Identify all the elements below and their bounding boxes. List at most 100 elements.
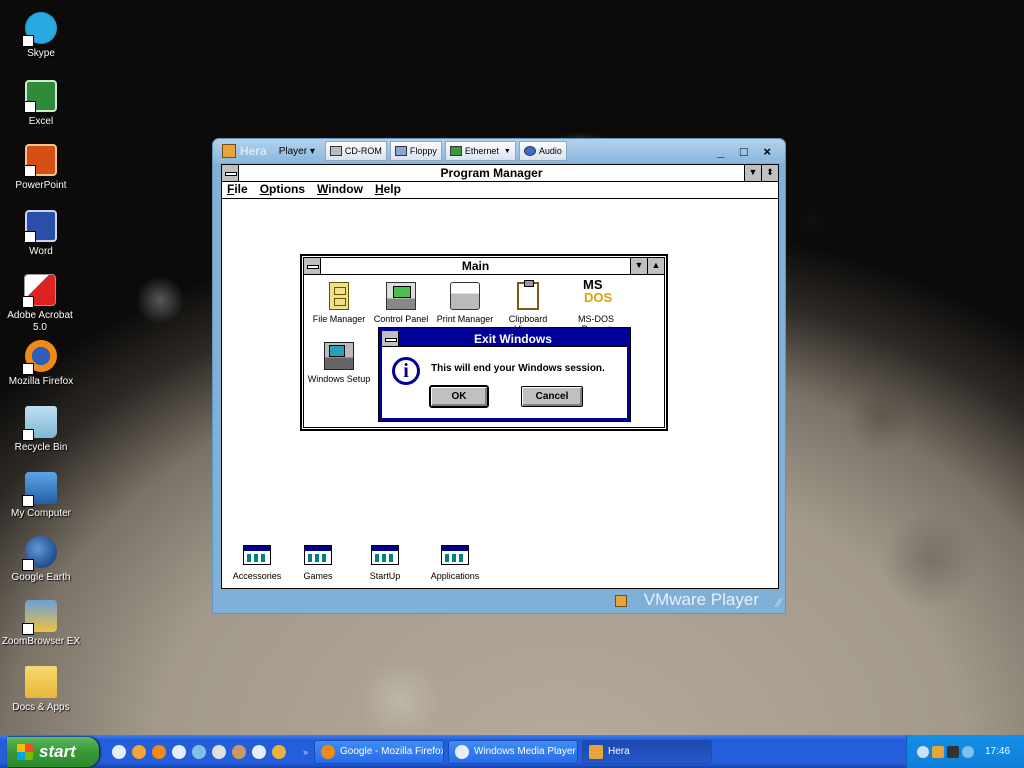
menu-file[interactable]: File — [227, 182, 248, 198]
quick-launch-icon[interactable] — [272, 744, 286, 759]
main-group-titlebar[interactable]: Main ▼ ▲ — [304, 258, 664, 275]
program-manager-window: Program Manager ▼ ⬍ File Options Window … — [221, 164, 779, 589]
my-computer-icon — [22, 472, 57, 507]
program-group-icon — [243, 545, 271, 565]
chevron-icon[interactable]: » — [303, 747, 308, 757]
device-cdrom-button[interactable]: CD-ROM — [324, 141, 387, 161]
program-icon-file-manager[interactable]: File Manager — [306, 282, 372, 324]
desktop-icon-label: Mozilla Firefox — [8, 376, 74, 387]
desktop-icon-docs-apps[interactable]: Docs & Apps — [0, 666, 82, 714]
windows-logo-icon — [17, 743, 33, 760]
desktop-icon-label: Word — [29, 246, 53, 257]
program-icon-ms-dos[interactable]: MSDOS MS-DOS Prompt — [566, 278, 626, 334]
program-icon-label: File Manager — [312, 314, 366, 324]
vmware-status-bar: VMware Player ⁄⁄ — [213, 589, 785, 613]
system-menu-box[interactable] — [382, 331, 399, 346]
desktop-icon-label: Recycle Bin — [14, 442, 68, 453]
group-icon-startup[interactable]: StartUp — [353, 545, 417, 581]
desktop-icon-word[interactable]: Word — [0, 210, 82, 258]
desktop-icon-google-earth[interactable]: Google Earth — [0, 536, 82, 584]
chevron-down-icon[interactable]: ▼ — [504, 148, 511, 155]
desktop-icon-label: Adobe Acrobat 5.0 — [7, 310, 73, 333]
quick-launch-icon[interactable] — [212, 744, 226, 759]
firefox-icon — [22, 340, 57, 375]
player-menu[interactable]: Player ▾ — [279, 146, 315, 157]
start-button[interactable]: start — [7, 736, 99, 767]
program-icon-print-manager[interactable]: Print Manager — [432, 282, 498, 324]
device-floppy-button[interactable]: Floppy — [389, 141, 442, 161]
quick-launch-icon[interactable] — [192, 744, 206, 759]
taskbar-button-hera[interactable]: Hera — [582, 739, 713, 764]
desktop-icon-acrobat[interactable]: Adobe Acrobat 5.0 — [0, 274, 80, 334]
device-ethernet-button[interactable]: Ethernet ▼ — [444, 141, 516, 161]
desktop-icon-zoombrowser[interactable]: ZoomBrowser EX — [0, 600, 82, 648]
program-group-icon — [304, 545, 332, 565]
vmware-icon — [615, 595, 627, 607]
restore-button[interactable]: ⬍ — [761, 165, 778, 181]
menu-help[interactable]: Help — [375, 182, 401, 198]
group-icon-accessories[interactable]: Accessories — [225, 545, 289, 581]
program-icon-windows-setup[interactable]: Windows Setup — [306, 342, 372, 384]
recycle-bin-icon — [22, 406, 57, 441]
quick-launch — [109, 744, 289, 759]
taskbar-button-media-player[interactable]: Windows Media Player — [448, 739, 579, 764]
start-label: start — [39, 741, 76, 761]
vmware-icon — [222, 144, 236, 158]
menu-window[interactable]: Window — [317, 182, 363, 198]
cdrom-icon — [329, 146, 342, 156]
system-menu-box[interactable] — [222, 165, 239, 181]
taskbar-button-firefox[interactable]: Google - Mozilla Firefox — [314, 739, 445, 764]
group-label: Accessories — [232, 571, 282, 581]
quick-launch-icon[interactable] — [252, 744, 266, 759]
group-icon-games[interactable]: Games — [286, 545, 350, 581]
media-player-icon — [455, 744, 470, 759]
program-icon-label: Control Panel — [373, 314, 429, 324]
desktop-icon-label: PowerPoint — [15, 180, 67, 191]
cancel-button[interactable]: Cancel — [521, 386, 583, 407]
vmware-icon — [589, 744, 604, 759]
vmware-titlebar[interactable]: Hera Player ▾ CD-ROM Floppy Ethernet ▼ A… — [213, 139, 785, 163]
menu-options[interactable]: Options — [260, 182, 305, 198]
acrobat-icon — [22, 274, 56, 308]
tray-icon[interactable] — [932, 745, 944, 758]
quick-launch-icon[interactable] — [112, 744, 126, 759]
tray-icon[interactable] — [962, 745, 974, 758]
network-icon[interactable] — [947, 745, 959, 758]
minimize-button[interactable]: ▼ — [744, 165, 761, 181]
ok-button[interactable]: OK — [429, 385, 489, 408]
minimize-button[interactable]: ▼ — [630, 258, 647, 274]
program-icon-clipboard-viewer[interactable]: Clipboard Viewer — [498, 280, 558, 334]
clipboard-viewer-icon — [517, 280, 539, 310]
desktop-icon-firefox[interactable]: Mozilla Firefox — [0, 340, 82, 388]
tray-expand-icon[interactable] — [917, 745, 929, 758]
desktop-icon-powerpoint[interactable]: PowerPoint — [0, 144, 82, 192]
vm-name: Hera — [240, 144, 267, 158]
desktop-icon-label: Skype — [27, 48, 55, 59]
quick-launch-icon[interactable] — [132, 744, 146, 759]
desktop-icon-my-computer[interactable]: My Computer — [0, 472, 82, 520]
program-manager-titlebar[interactable]: Program Manager ▼ ⬍ — [222, 165, 778, 182]
system-menu-box[interactable] — [304, 258, 321, 274]
quick-launch-icon[interactable] — [152, 744, 166, 759]
device-audio-button[interactable]: Audio — [518, 141, 567, 161]
device-label: CD-ROM — [344, 146, 382, 156]
device-label: Audio — [538, 146, 562, 156]
ms-dos-icon: MS DOS — [581, 278, 612, 310]
desktop-icon-skype[interactable]: Skype — [0, 12, 82, 60]
desktop-icon-excel[interactable]: Excel — [0, 80, 82, 128]
firefox-icon — [321, 744, 336, 759]
window-controls[interactable]: _ □ × — [717, 144, 777, 159]
desktop-icon-recycle-bin[interactable]: Recycle Bin — [0, 406, 82, 454]
clock[interactable]: 17:46 — [985, 746, 1010, 757]
device-label: Ethernet — [464, 146, 499, 156]
program-icon-control-panel[interactable]: Control Panel — [368, 282, 434, 324]
desktop-icon-label: ZoomBrowser EX — [1, 636, 81, 647]
word-icon — [24, 210, 57, 243]
dialog-message: This will end your Windows session. — [431, 363, 605, 374]
maximize-button[interactable]: ▲ — [647, 258, 664, 274]
quick-launch-icon[interactable] — [232, 744, 246, 759]
resize-grip-icon[interactable]: ⁄⁄ — [777, 596, 781, 610]
group-icon-applications[interactable]: Applications — [420, 545, 490, 581]
dialog-titlebar[interactable]: Exit Windows — [382, 331, 627, 347]
quick-launch-icon[interactable] — [172, 744, 186, 759]
